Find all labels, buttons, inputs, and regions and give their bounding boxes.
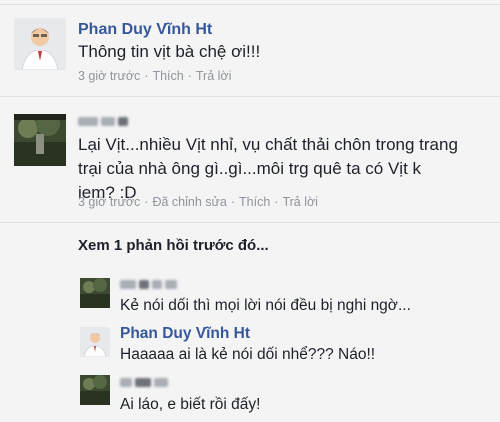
reply-link[interactable]: Trả lời: [196, 69, 232, 83]
comment-meta: 3 giờ trước · Đã chỉnh sửa · Thích · Trả lời: [78, 195, 318, 209]
reply-author-hidden[interactable]: [120, 378, 168, 387]
comment-time[interactable]: 3 giờ trước: [78, 69, 140, 83]
divider: [0, 96, 500, 97]
comment-meta: 3 giờ trước · Thích · Trả lời: [78, 69, 232, 83]
avatar[interactable]: [80, 327, 110, 357]
reply-link[interactable]: Trả lời: [282, 195, 318, 209]
comment-text-line: Lại Vịt...nhiều Vịt nhỉ, vụ chất thải ch…: [78, 135, 458, 154]
avatar[interactable]: [14, 18, 66, 70]
like-link[interactable]: Thích: [239, 195, 270, 209]
avatar[interactable]: [14, 114, 66, 166]
divider: [0, 222, 500, 223]
reply-author-hidden[interactable]: [120, 280, 177, 289]
divider: [0, 4, 500, 5]
reply-text: Haaaaa ai là kẻ nói dối nhể??? Náo!!: [120, 346, 376, 363]
comment-author-hidden[interactable]: [78, 117, 128, 126]
like-link[interactable]: Thích: [152, 69, 183, 83]
edited-label[interactable]: Đã chỉnh sửa: [152, 195, 226, 209]
comment-text-line: trại của nhà ông gì..gì...môi trg quê ta…: [78, 159, 422, 178]
reply-text: Ai láo, e biết rồi đấy!: [120, 396, 261, 413]
reply-text: Kẻ nói dối thì mọi lời nói đều bị nghi n…: [120, 297, 411, 314]
comment-author[interactable]: Phan Duy Vĩnh Ht: [78, 21, 212, 39]
avatar[interactable]: [80, 375, 110, 405]
avatar[interactable]: [80, 278, 110, 308]
comment-text: Thông tin vịt bà chệ ơi!!!: [78, 42, 261, 61]
view-previous-replies-link[interactable]: Xem 1 phản hồi trước đó...: [78, 237, 269, 254]
comment-time[interactable]: 3 giờ trước: [78, 195, 140, 209]
reply-author[interactable]: Phan Duy Vĩnh Ht: [120, 325, 250, 343]
